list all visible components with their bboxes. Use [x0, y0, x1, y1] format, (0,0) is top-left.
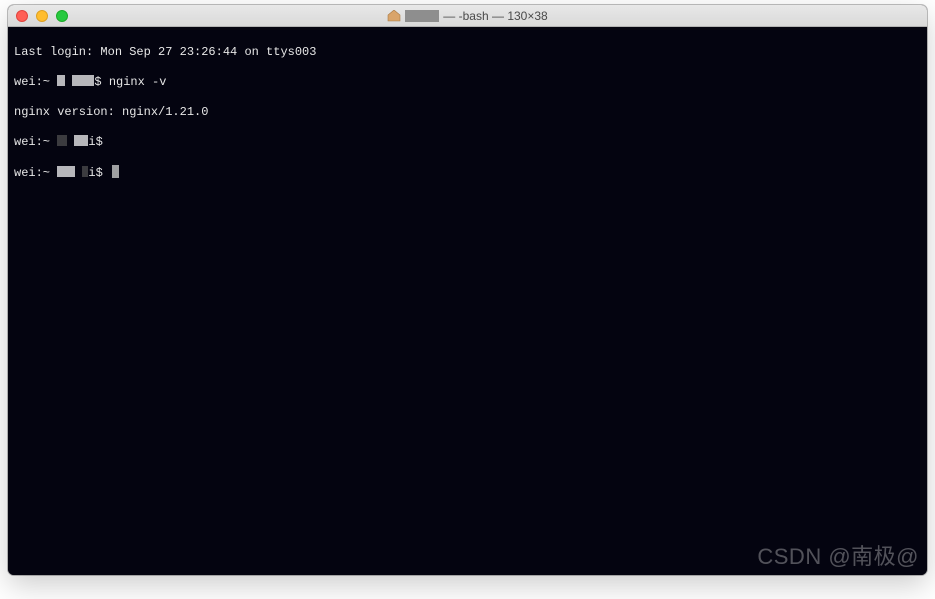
minimize-button[interactable]: [36, 10, 48, 22]
maximize-button[interactable]: [56, 10, 68, 22]
home-folder-icon: [387, 9, 401, 23]
terminal-line: nginx version: nginx/1.21.0: [14, 105, 921, 120]
redacted: [74, 135, 88, 146]
prompt-dollar: $: [94, 75, 108, 89]
redacted: [57, 135, 67, 146]
prompt-host: wei:~: [14, 135, 57, 149]
redacted: [57, 166, 75, 177]
terminal-line: wei:~ i$: [14, 165, 921, 181]
traffic-lights: [16, 10, 68, 22]
close-button[interactable]: [16, 10, 28, 22]
prompt-tail: i$: [88, 166, 110, 180]
command-text: nginx -v: [109, 75, 167, 89]
prompt-host: wei:~: [14, 166, 57, 180]
title-shell-text: — -bash — 130×38: [443, 9, 547, 23]
prompt-host: wei:~: [14, 75, 57, 89]
cursor: [112, 165, 119, 178]
window-title: — -bash — 130×38: [8, 9, 927, 23]
terminal-window: — -bash — 130×38 Last login: Mon Sep 27 …: [8, 5, 927, 575]
terminal-body[interactable]: Last login: Mon Sep 27 23:26:44 on ttys0…: [8, 27, 927, 575]
terminal-line: wei:~ i$: [14, 135, 921, 150]
title-redacted: [405, 10, 439, 22]
redacted: [57, 75, 65, 86]
titlebar[interactable]: — -bash — 130×38: [8, 5, 927, 27]
prompt-tail: i$: [88, 135, 102, 149]
terminal-line: Last login: Mon Sep 27 23:26:44 on ttys0…: [14, 45, 921, 60]
redacted: [72, 75, 94, 86]
terminal-line: wei:~ $ nginx -v: [14, 75, 921, 90]
